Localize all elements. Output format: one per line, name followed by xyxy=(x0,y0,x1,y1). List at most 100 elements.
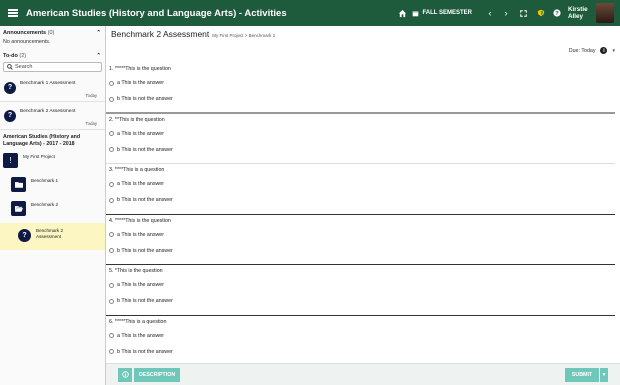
answer-option[interactable]: a This is the answer xyxy=(106,126,615,142)
question: 5. *This is the question a This is the a… xyxy=(106,265,615,316)
answer-option[interactable]: a This is the answer xyxy=(106,176,615,192)
answer-option[interactable]: b This is not the answer xyxy=(106,293,615,309)
user-name[interactable]: Kirstie Alley xyxy=(568,6,592,20)
todo-item[interactable]: ? Benchmark 1 Assessment Today xyxy=(0,74,105,102)
radio-button[interactable] xyxy=(109,181,114,187)
question-text: 1. *****This is the question xyxy=(109,66,171,72)
info-icon[interactable]: i xyxy=(600,47,608,54)
question-text: 2. **This is the question xyxy=(109,116,165,123)
description-button[interactable]: DESCRIPTION xyxy=(134,367,181,382)
fullscreen-icon[interactable] xyxy=(514,0,532,26)
question-text: 4. *****This is the question xyxy=(109,217,171,224)
answer-text: b This is not the answer xyxy=(117,197,173,203)
top-bar: American Studies (History and Language A… xyxy=(0,0,620,26)
todo-header[interactable]: To-do (2) ⌃ xyxy=(0,49,105,60)
todo-item[interactable]: ? Benchmark 2 Assessment Today xyxy=(0,102,105,130)
answer-option[interactable]: b This is not the answer xyxy=(106,192,615,208)
todo-count: (2) xyxy=(19,53,27,59)
exclamation-icon: ! xyxy=(3,153,18,168)
chevron-left-icon[interactable]: ‹ xyxy=(482,0,498,26)
question-icon: ? xyxy=(18,229,31,242)
radio-button[interactable] xyxy=(109,282,114,288)
sidebar: Announcements (0) ⌃ No announcements. To… xyxy=(0,26,106,385)
avatar[interactable] xyxy=(596,3,614,23)
info-icon xyxy=(121,371,129,378)
answer-text: b This is not the answer xyxy=(117,146,173,153)
folder-label: Benchmark 1 xyxy=(31,178,59,183)
app-title: American Studies (History and Language A… xyxy=(26,7,287,19)
answer-option[interactable]: b This is not the answer xyxy=(106,142,615,158)
radio-button[interactable] xyxy=(109,333,114,338)
caret-down-icon[interactable]: ▾ xyxy=(612,48,615,54)
breadcrumb[interactable]: My First Project > Benchmark 2 xyxy=(212,33,275,38)
question: 1. *****This is the question a This is t… xyxy=(106,63,615,114)
answer-text: b This is not the answer xyxy=(117,96,173,102)
radio-button[interactable] xyxy=(109,80,114,86)
project-label: My First Project xyxy=(23,154,55,159)
chevron-right-icon[interactable]: › xyxy=(498,0,514,26)
radio-button[interactable] xyxy=(109,232,114,237)
question-icon: ? xyxy=(4,81,16,94)
search-placeholder: Search xyxy=(15,64,33,70)
folder-item[interactable]: Benchmark 2 xyxy=(0,198,105,219)
caret-down-icon[interactable]: ▾ xyxy=(599,368,608,382)
home-icon[interactable] xyxy=(392,0,412,26)
todo-item-date: Today xyxy=(85,121,97,126)
folder-item[interactable]: Benchmark 1 xyxy=(0,174,105,195)
answer-text: a This is the answer xyxy=(117,181,165,187)
due-row: Due: Today i ▾ xyxy=(569,47,615,54)
due-label: Due: Today xyxy=(568,47,596,54)
page-title: Benchmark 2 Assessment xyxy=(111,29,210,39)
footer-toolbar: DESCRIPTION SUBMIT ▾ xyxy=(106,363,620,385)
semester-selector[interactable]: FALL SEMESTER xyxy=(412,10,472,17)
answer-option[interactable]: b This is not the answer xyxy=(106,91,615,107)
answer-option[interactable]: a This is the answer xyxy=(106,75,615,91)
chevron-up-icon[interactable]: ⌃ xyxy=(96,30,101,36)
submit-button[interactable]: SUBMIT xyxy=(565,368,599,382)
todo-item-label: Benchmark 2 Assessment xyxy=(20,109,76,114)
todo-item-label: Benchmark 1 Assessment xyxy=(20,81,76,86)
active-assessment-item[interactable]: ? Benchmark 2 Assessment xyxy=(0,223,105,250)
answer-option[interactable]: b This is not the answer xyxy=(106,243,615,259)
answer-option[interactable]: a This is the answer xyxy=(106,277,615,293)
answer-option[interactable]: a This is the answer xyxy=(106,328,615,344)
announcements-header[interactable]: Announcements (0) ⌃ xyxy=(0,26,105,37)
question: 4. *****This is the question a This is t… xyxy=(106,215,615,265)
question: 6. *****This is a question a This is the… xyxy=(106,316,615,367)
answer-text: a This is the answer xyxy=(117,130,165,137)
search-input[interactable]: Search xyxy=(3,62,102,72)
folder-label: Benchmark 2 xyxy=(31,202,59,207)
radio-button[interactable] xyxy=(109,298,114,304)
todo-item-date: Today xyxy=(85,93,97,98)
folder-icon xyxy=(11,177,26,192)
answer-text: b This is not the answer xyxy=(117,247,173,254)
main-content: Benchmark 2 Assessment My First Project … xyxy=(106,26,620,385)
calendar-icon xyxy=(413,10,419,16)
announcements-title: Announcements xyxy=(3,30,47,36)
shield-icon[interactable] xyxy=(532,0,550,26)
answer-text: b This is not the answer xyxy=(117,348,173,355)
question-text: 6. *****This is a question xyxy=(109,318,167,325)
radio-button[interactable] xyxy=(109,197,114,203)
radio-button[interactable] xyxy=(109,96,114,102)
folder-open-icon xyxy=(11,201,26,216)
course-title: American Studies (History and Language A… xyxy=(3,134,81,147)
answer-option[interactable]: b This is not the answer xyxy=(106,344,615,360)
question-icon: ? xyxy=(4,109,16,122)
project-item[interactable]: ! My First Project xyxy=(0,150,105,171)
help-icon[interactable]: ? xyxy=(550,0,564,26)
question: 3. ****This is a question a This is the … xyxy=(106,164,615,215)
chevron-up-icon[interactable]: ⌃ xyxy=(96,53,101,59)
answer-option[interactable]: a This is the answer xyxy=(106,227,615,243)
radio-button[interactable] xyxy=(109,131,114,136)
radio-button[interactable] xyxy=(109,248,114,253)
announcements-empty: No announcements. xyxy=(3,39,51,45)
radio-button[interactable] xyxy=(109,147,114,152)
answer-text: a This is the answer xyxy=(117,80,165,86)
radio-button[interactable] xyxy=(109,349,114,354)
hamburger-menu-icon[interactable] xyxy=(0,0,26,26)
question-text: 3. ****This is a question xyxy=(109,167,165,173)
info-button[interactable] xyxy=(118,367,132,382)
semester-label: FALL SEMESTER xyxy=(422,10,472,16)
todo-title: To-do xyxy=(3,53,18,59)
